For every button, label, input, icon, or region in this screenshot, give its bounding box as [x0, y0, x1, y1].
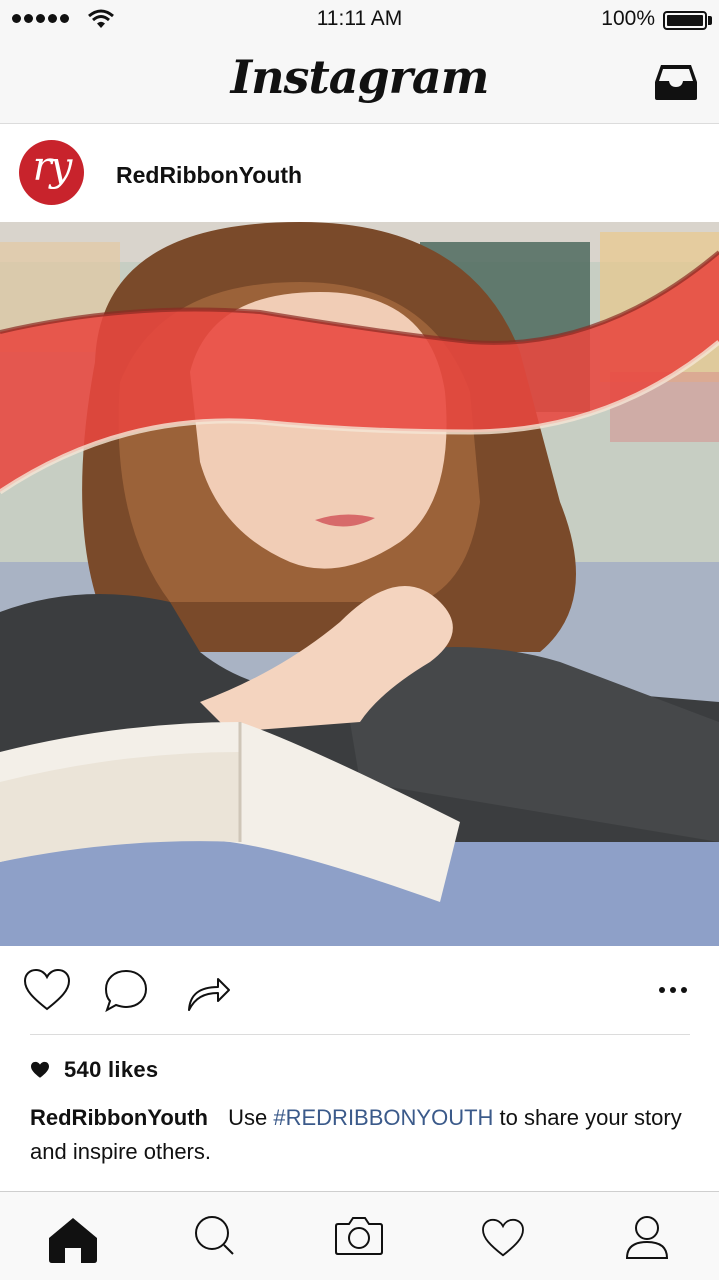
likes-count: 540 likes — [64, 1057, 159, 1082]
tab-bar — [0, 1191, 719, 1280]
instagram-logo: Instagram — [230, 50, 490, 104]
post-header: ry RedRibbonYouth — [0, 125, 719, 222]
status-bar: 11:11 AM 100% — [0, 0, 719, 40]
caption-text-before: Use — [228, 1105, 268, 1130]
heart-icon[interactable] — [23, 968, 71, 1012]
battery-icon — [663, 11, 707, 30]
inbox-tray-icon[interactable] — [653, 62, 699, 102]
likes-row[interactable]: 540 likes — [30, 1055, 158, 1085]
comment-icon[interactable] — [103, 968, 149, 1014]
search-icon[interactable] — [193, 1214, 237, 1258]
post-photo[interactable] — [0, 222, 719, 946]
caption-hashtag[interactable]: #REDRIBBONYOUTH — [273, 1105, 493, 1130]
activity-heart-icon[interactable] — [481, 1218, 525, 1258]
actions-divider — [30, 1034, 690, 1035]
avatar-monogram: ry — [32, 144, 73, 190]
battery-tip — [708, 16, 712, 25]
likes-heart-icon — [31, 1061, 49, 1078]
profile-icon[interactable] — [624, 1214, 670, 1260]
avatar[interactable]: ry — [19, 140, 84, 205]
post-actions — [0, 946, 719, 1034]
caption: RedRibbonYouth Use #REDRIBBONYOUTH to sh… — [30, 1101, 710, 1169]
share-icon[interactable] — [186, 970, 232, 1014]
home-icon[interactable] — [47, 1216, 99, 1264]
battery-percent: 100% — [601, 7, 655, 30]
post-username[interactable]: RedRibbonYouth — [116, 162, 302, 189]
caption-username[interactable]: RedRibbonYouth — [30, 1105, 208, 1130]
more-icon[interactable] — [658, 986, 688, 994]
app-header: Instagram — [0, 40, 719, 124]
camera-icon[interactable] — [334, 1216, 384, 1256]
